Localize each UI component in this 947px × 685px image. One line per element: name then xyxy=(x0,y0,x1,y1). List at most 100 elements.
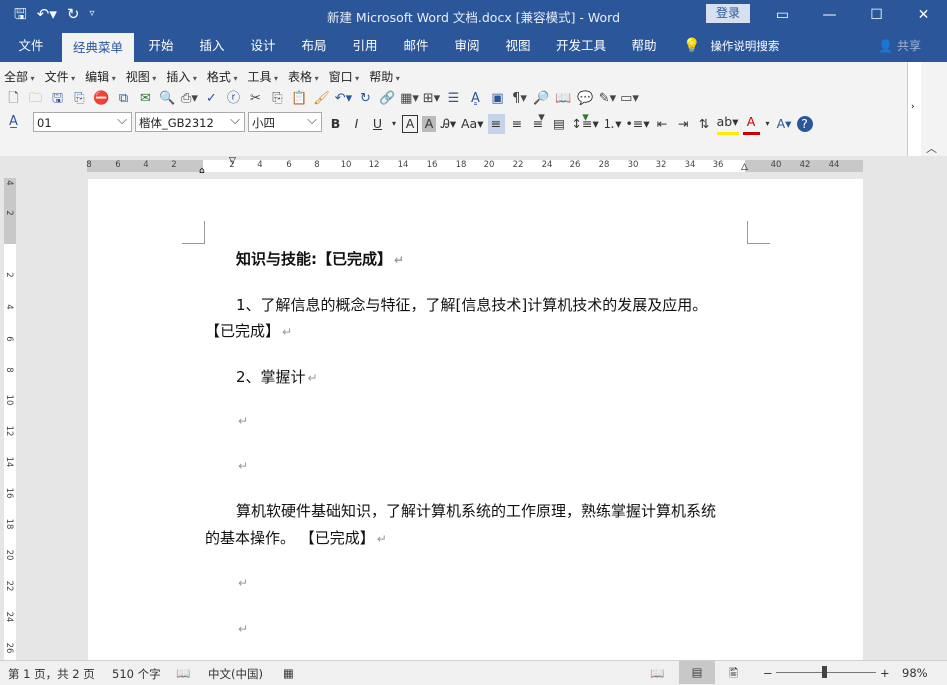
save-icon[interactable]: 🖫 xyxy=(14,5,27,23)
font-size-combo[interactable]: 小四 xyxy=(248,111,322,132)
copy-icon[interactable]: ⎘ xyxy=(268,89,287,108)
maximize-icon[interactable]: ☐ xyxy=(853,0,900,30)
email-icon[interactable]: ✉ xyxy=(136,89,155,108)
right-indent-marker[interactable]: △ xyxy=(741,162,748,172)
close-icon[interactable]: ✕ xyxy=(900,0,947,30)
zoom-in-button[interactable]: + xyxy=(880,666,890,680)
print-preview-icon[interactable]: 🔍 xyxy=(158,89,177,108)
styles-pane-icon[interactable]: A̲ xyxy=(4,112,23,131)
font-color-icon[interactable]: A xyxy=(742,112,760,135)
customize-icon[interactable]: ▿ xyxy=(89,5,94,23)
page-count[interactable]: 第 1 页，共 2 页 xyxy=(8,666,95,682)
sort-icon[interactable]: ⇅ xyxy=(696,114,713,134)
bold-button[interactable]: B xyxy=(327,114,344,134)
format-painter-icon[interactable]: 🖌 xyxy=(312,89,331,108)
align-right-icon[interactable]: ≡ xyxy=(530,114,547,134)
underline-dropdown-icon[interactable]: ▾ xyxy=(390,114,398,134)
empty-paragraph[interactable]: ↵ xyxy=(236,456,248,474)
tab-classic-menu[interactable]: 经典菜单 xyxy=(62,33,134,62)
left-indent-marker[interactable]: ⌂ xyxy=(199,166,205,176)
tab-design[interactable]: 设计 xyxy=(242,30,284,62)
spelling-icon[interactable]: ✓ xyxy=(202,89,221,108)
copy-doc-icon[interactable]: ⧉ xyxy=(114,89,133,108)
char-border-icon[interactable]: A xyxy=(402,114,418,133)
empty-paragraph[interactable]: ↵ xyxy=(236,573,248,591)
tab-help[interactable]: 帮助 xyxy=(623,30,665,62)
collapse-ribbon-icon[interactable]: ︿ xyxy=(926,140,937,156)
italic-button[interactable]: I xyxy=(348,114,365,134)
menu-insert[interactable]: 插入 xyxy=(166,68,197,85)
undo-icon[interactable]: ↶▾ xyxy=(334,89,353,108)
print-icon[interactable]: ⎙▾ xyxy=(180,89,199,108)
hyperlink-icon[interactable]: 🔗 xyxy=(378,89,397,108)
tab-file[interactable]: 文件 xyxy=(10,30,52,62)
first-line-indent-marker[interactable]: ▽ xyxy=(229,156,236,166)
underline-button[interactable]: U xyxy=(369,114,386,134)
language-indicator[interactable]: 中文(中国) xyxy=(208,666,263,682)
macro-icon[interactable]: ▦ xyxy=(283,666,294,680)
toolbar-scroll[interactable]: › xyxy=(907,62,921,156)
borders-icon[interactable]: ▦▾ xyxy=(400,89,419,108)
bullets-icon[interactable]: •≡▾ xyxy=(626,114,650,134)
increase-indent-icon[interactable]: ⇥ xyxy=(675,114,692,134)
redo-icon[interactable]: ↻ xyxy=(356,89,375,108)
decrease-indent-icon[interactable]: ⇤ xyxy=(654,114,671,134)
char-shading-icon[interactable]: A xyxy=(422,115,436,132)
find-icon[interactable]: 🔎▾ xyxy=(532,89,551,125)
font-combo[interactable]: 楷体_GB2312 xyxy=(135,111,245,132)
document-map-icon[interactable]: ▣ xyxy=(488,89,507,108)
print-layout-icon[interactable]: ▤ xyxy=(679,661,715,684)
menu-view[interactable]: 视图 xyxy=(126,68,157,85)
save-as-icon[interactable]: ⎘ xyxy=(70,89,89,108)
share-button[interactable]: 👤 共享 xyxy=(878,30,921,62)
read-mode-icon[interactable]: 📖 xyxy=(650,666,664,680)
track-changes-icon[interactable]: ✎▾ xyxy=(598,89,617,108)
zoom-level[interactable]: 98% xyxy=(902,666,928,680)
web-layout-icon[interactable]: 🖺 xyxy=(729,666,738,685)
columns-icon[interactable]: ☰ xyxy=(444,89,463,108)
help-icon[interactable]: ? xyxy=(796,115,813,132)
restore-ribbon-icon[interactable]: ▭ xyxy=(759,0,806,30)
tell-me-box[interactable]: 💡 操作说明搜索 xyxy=(683,30,779,62)
menu-file[interactable]: 文件 xyxy=(45,68,76,85)
doc-line-2[interactable]: 1、了解信息的概念与特征，了解[信息技术]计算机技术的发展及应用。 xyxy=(236,294,707,315)
tab-insert[interactable]: 插入 xyxy=(191,30,233,62)
empty-paragraph[interactable]: ↵ xyxy=(236,619,248,637)
redo-icon[interactable]: ↻ xyxy=(67,5,80,23)
menu-table[interactable]: 表格 xyxy=(288,68,319,85)
align-left-icon[interactable]: ≡ xyxy=(487,113,505,134)
tab-review[interactable]: 审阅 xyxy=(446,30,488,62)
tab-layout[interactable]: 布局 xyxy=(293,30,335,62)
save-icon[interactable]: 🖫 xyxy=(48,89,67,108)
tab-references[interactable]: 引用 xyxy=(344,30,386,62)
empty-paragraph[interactable]: ↵ xyxy=(236,411,248,429)
style-combo[interactable]: 01 xyxy=(33,111,132,132)
login-button[interactable]: 登录 xyxy=(706,4,750,23)
proofing-icon[interactable]: 📖 xyxy=(176,666,190,680)
menu-help[interactable]: 帮助 xyxy=(369,68,400,85)
display-icon[interactable]: ▭▾ xyxy=(620,89,639,108)
minimize-icon[interactable]: — xyxy=(806,0,853,30)
tab-home[interactable]: 开始 xyxy=(140,30,182,62)
menu-window[interactable]: 窗口 xyxy=(329,68,360,85)
show-hide-icon[interactable]: ¶▾ xyxy=(510,89,529,108)
align-center-icon[interactable]: ≡ xyxy=(509,114,526,134)
research-icon[interactable]: ⓡ xyxy=(224,89,243,108)
doc-line-3[interactable]: 【已完成】 ↵ xyxy=(205,320,292,341)
zoom-out-button[interactable]: − xyxy=(763,666,773,680)
insert-table-icon[interactable]: ⊞▾ xyxy=(422,89,441,108)
tab-developer[interactable]: 开发工具 xyxy=(548,30,614,62)
chevron-right-icon[interactable]: › xyxy=(911,102,915,112)
horizontal-ruler[interactable]: 8 6 4 2 2 4 6 8 10 12 14 16 18 20 22 24 … xyxy=(0,156,947,178)
word-count[interactable]: 510 个字 xyxy=(112,666,161,682)
tab-mailings[interactable]: 邮件 xyxy=(395,30,437,62)
text-effects-2-icon[interactable]: A▾ xyxy=(776,114,793,134)
text-effects-icon[interactable]: Ꭿ▾ xyxy=(440,114,457,134)
undo-icon[interactable]: ↶▾ xyxy=(37,5,57,23)
tab-view[interactable]: 视图 xyxy=(497,30,539,62)
zoom-slider-thumb[interactable] xyxy=(822,666,827,678)
doc-line-6[interactable]: 的基本操作。 【已完成】 ↵ xyxy=(205,527,387,548)
paste-icon[interactable]: 📋 xyxy=(290,89,309,108)
menu-all[interactable]: 全部 xyxy=(4,68,35,85)
drawing-icon[interactable]: A͇ xyxy=(466,89,485,108)
